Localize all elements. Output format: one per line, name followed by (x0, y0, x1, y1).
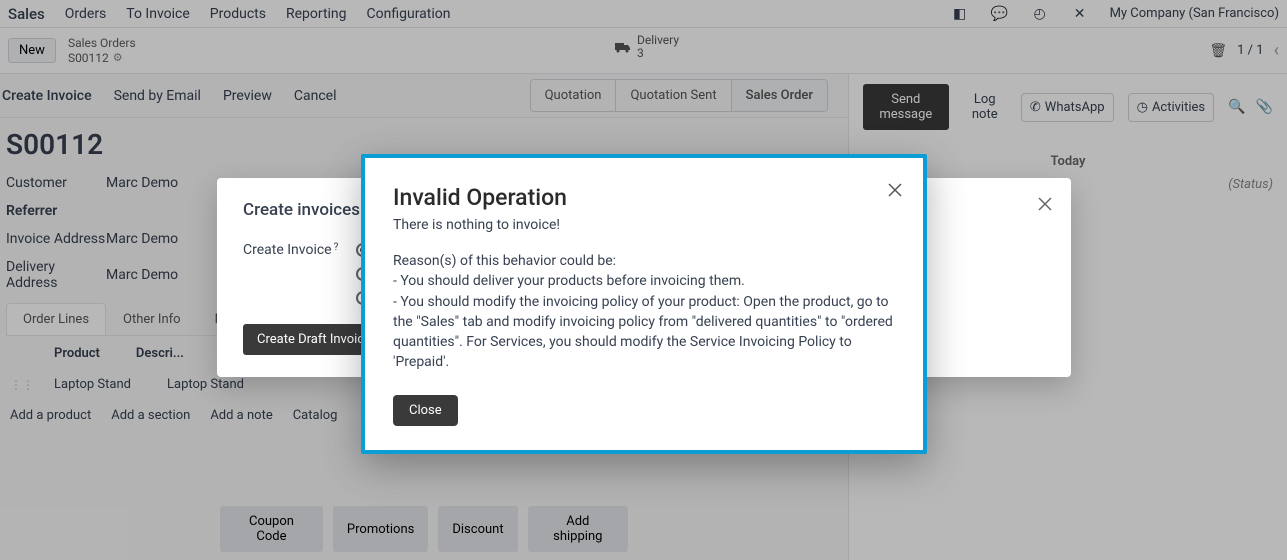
create-invoice-label: Create Invoice? (243, 242, 338, 258)
close-icon[interactable] (887, 182, 903, 198)
error-body: Reason(s) of this behavior could be: - Y… (393, 251, 895, 373)
error-modal: Invalid Operation There is nothing to in… (361, 154, 927, 454)
error-reason-header: Reason(s) of this behavior could be: (393, 251, 895, 271)
error-reason-1: - You should deliver your products befor… (393, 271, 895, 291)
error-reason-2: - You should modify the invoicing policy… (393, 292, 895, 373)
close-icon[interactable] (1037, 196, 1053, 212)
error-title: Invalid Operation (393, 184, 895, 211)
close-button[interactable]: Close (393, 395, 458, 426)
error-subtitle: There is nothing to invoice! (393, 217, 895, 233)
